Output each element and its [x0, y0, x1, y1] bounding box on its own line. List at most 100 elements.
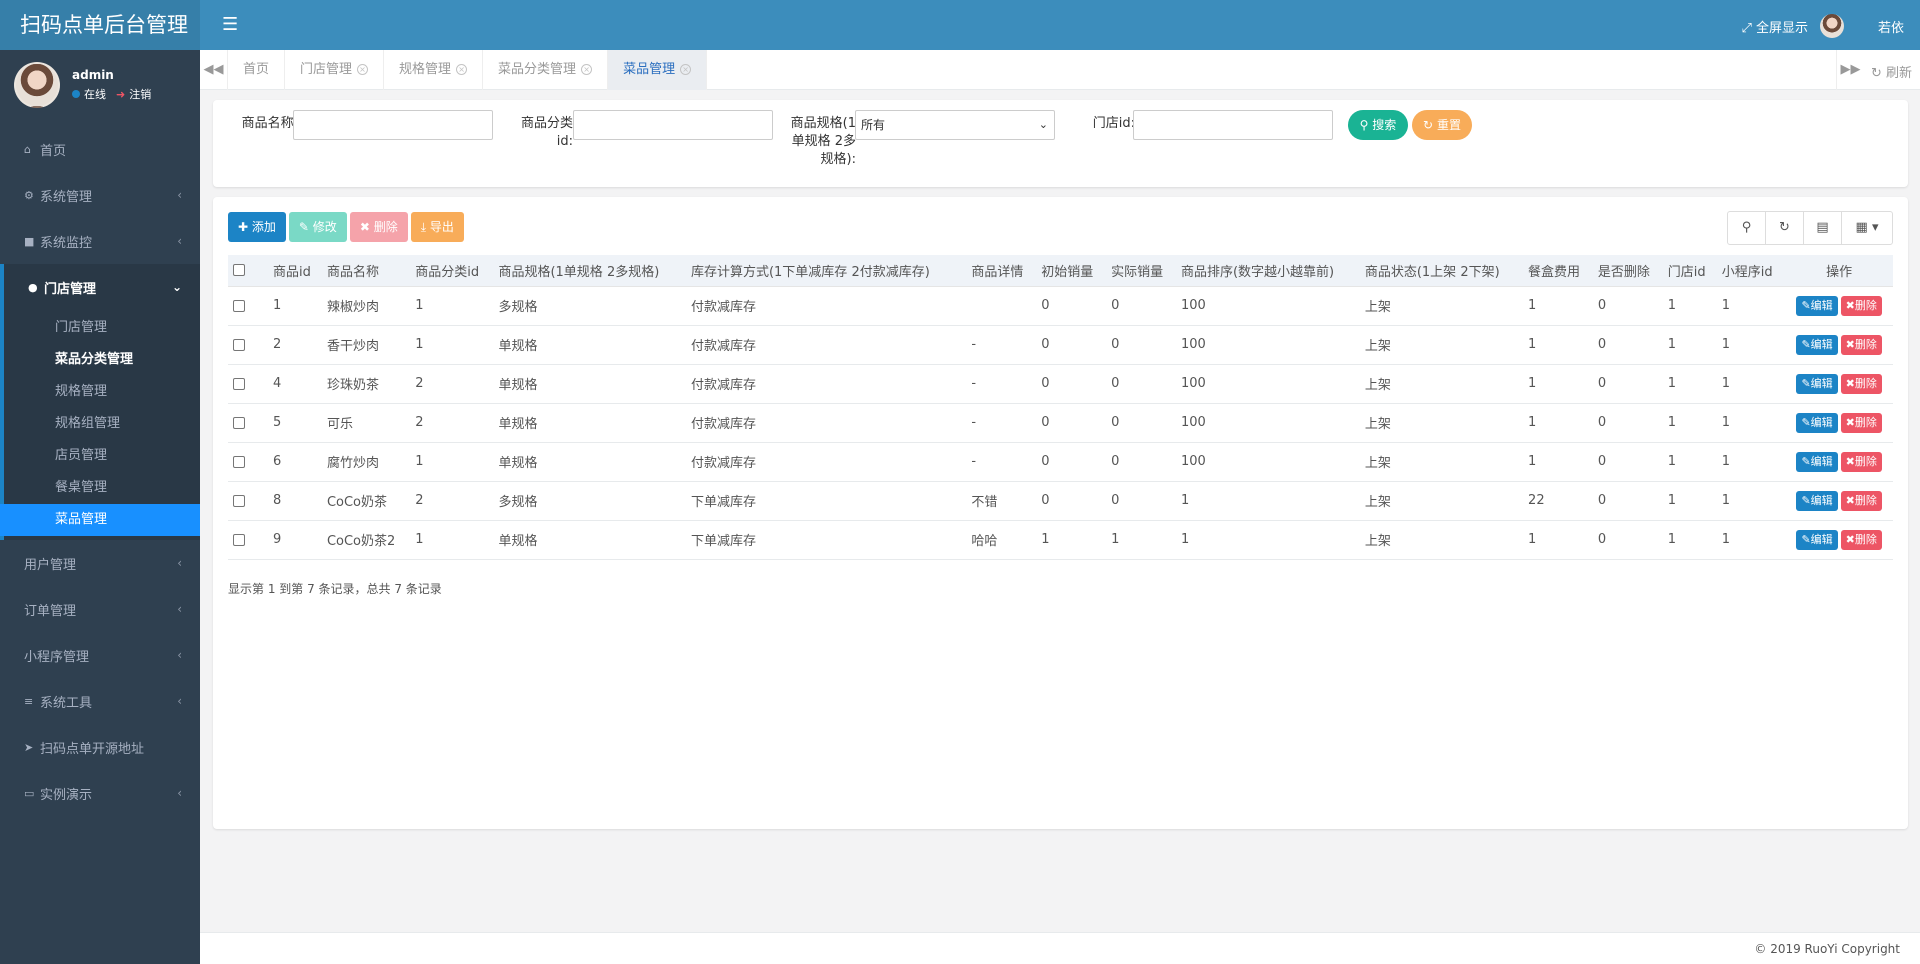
row-edit-button[interactable]: ✎编辑	[1796, 412, 1838, 433]
submenu-spec[interactable]: 规格管理	[4, 376, 200, 408]
table-row[interactable]: 1 辣椒炒肉 1 多规格 付款减库存 0 0 100 上架 1 0 1 1 ✎编辑 ✖删除	[228, 286, 1893, 326]
column-header[interactable]: 操作	[1785, 255, 1893, 287]
table-row[interactable]: 5 可乐 2 单规格 付款减库存 -0 0 100 上架 1 0 1 1 ✎编辑 ✖删除	[228, 403, 1893, 443]
row-checkbox[interactable]	[233, 494, 245, 507]
sidebar-item-users[interactable]: 用户管理 ‹	[0, 540, 200, 586]
submenu-store[interactable]: 门店管理	[4, 312, 200, 344]
submenu-dish-category[interactable]: 菜品分类管理	[4, 344, 200, 376]
sidebar-item-demo[interactable]: ▭ 实例演示 ‹	[0, 770, 200, 816]
row-checkbox[interactable]	[233, 299, 245, 312]
row-edit-button[interactable]: ✎编辑	[1796, 451, 1838, 472]
table-row[interactable]: 9 CoCo奶茶2 1 单规格 下单减库存 哈哈 1 1 1 上架 1 0 1 1 ✎编辑 ✖删除	[228, 520, 1893, 560]
table-row[interactable]: 4 珍珠奶茶 2 单规格 付款减库存 -0 0 100 上架 1 0 1 1 ✎编辑 ✖删除	[228, 364, 1893, 404]
logout-icon[interactable]: ➜	[116, 88, 125, 101]
row-edit-button[interactable]: ✎编辑	[1796, 295, 1838, 316]
column-header[interactable]: 商品规格(1单规格 2多规格)	[493, 255, 686, 287]
row-edit-button[interactable]: ✎编辑	[1796, 334, 1838, 355]
tab-home[interactable]: 首页	[228, 50, 286, 90]
column-header[interactable]: 小程序id	[1716, 255, 1786, 287]
name-input[interactable]	[293, 110, 493, 140]
close-icon[interactable]: ×	[581, 64, 593, 75]
column-header[interactable]: 商品详情	[966, 255, 1037, 287]
download-icon: ⤓	[420, 220, 427, 234]
row-delete-button[interactable]: ✖删除	[1840, 490, 1882, 511]
toggle-view-button[interactable]: ▤	[1803, 211, 1842, 245]
spec-select[interactable]: 所有 ⌄	[855, 110, 1055, 140]
row-delete-button[interactable]: ✖删除	[1840, 295, 1882, 316]
close-icon[interactable]: ×	[357, 64, 369, 75]
refresh-button[interactable]: ↻ 刷新	[1871, 62, 1912, 81]
submenu-staff[interactable]: 店员管理	[4, 440, 200, 472]
fullscreen-button[interactable]: ⤢ 全屏显示	[1741, 17, 1808, 36]
sidebar-item-miniapp[interactable]: 小程序管理 ‹	[0, 632, 200, 678]
category-id-input[interactable]	[573, 110, 773, 140]
sidebar-item-monitor[interactable]: ■ 系统监控 ‹	[0, 218, 200, 264]
row-checkbox[interactable]	[233, 455, 245, 468]
delete-button[interactable]: ✖ 删除	[349, 212, 408, 242]
row-delete-button[interactable]: ✖删除	[1840, 529, 1882, 550]
column-header[interactable]: 实际销量	[1106, 255, 1176, 287]
column-header[interactable]: 餐盒费用	[1523, 255, 1593, 287]
store-id-input[interactable]	[1133, 110, 1333, 140]
row-edit-button[interactable]: ✎编辑	[1796, 373, 1838, 394]
close-icon[interactable]: ×	[680, 64, 692, 75]
tab-spec[interactable]: 规格管理 ×	[384, 50, 484, 90]
chevron-down-icon: ⌄	[1038, 118, 1048, 131]
table-row[interactable]: 6 腐竹炒肉 1 单规格 付款减库存 -0 0 100 上架 1 0 1 1 ✎编辑 ✖删除	[228, 442, 1893, 482]
column-header[interactable]: 库存计算方式(1下单减库存 2付款减库存)	[685, 255, 967, 287]
tab-dish[interactable]: 菜品管理 ×	[608, 50, 708, 90]
online-dot-icon	[72, 90, 80, 98]
tab-dish-category[interactable]: 菜品分类管理 ×	[483, 50, 609, 90]
sidebar-item-tools[interactable]: ≡ 系统工具 ‹	[0, 678, 200, 724]
row-checkbox[interactable]	[233, 533, 245, 546]
tab-next-icon[interactable]: ▶▶	[1836, 50, 1864, 90]
row-delete-button[interactable]: ✖删除	[1840, 334, 1882, 355]
header-username[interactable]: 若依	[1878, 17, 1904, 36]
row-checkbox[interactable]	[233, 338, 245, 351]
logout-link[interactable]: 注销	[129, 86, 151, 102]
table-row[interactable]: 8 CoCo奶茶 2 多规格 下单减库存 不错 0 0 1 上架 22 0 1 1 ✎编辑 ✖删除	[228, 481, 1893, 521]
search-button[interactable]: ⚲ 搜索	[1348, 110, 1408, 140]
sidebar-item-orders[interactable]: 订单管理 ‹	[0, 586, 200, 632]
row-checkbox[interactable]	[233, 416, 245, 429]
column-header[interactable]: 商品分类id	[410, 255, 494, 287]
column-header[interactable]: 商品状态(1上架 2下架)	[1359, 255, 1524, 287]
row-actions: ✎编辑 ✖删除	[1785, 481, 1893, 521]
tab-store[interactable]: 门店管理 ×	[285, 50, 385, 90]
sidebar-item-store[interactable]: ● 门店管理 ⌄	[0, 264, 200, 310]
submenu-dish[interactable]: 菜品管理	[0, 504, 200, 536]
hamburger-icon[interactable]: ☰	[222, 14, 238, 35]
column-header[interactable]: 商品排序(数字越小越靠前)	[1175, 255, 1360, 287]
columns-button[interactable]: ▦ ▾	[1841, 211, 1893, 245]
edit-button[interactable]: ✎ 修改	[288, 212, 347, 242]
header-avatar[interactable]	[1820, 14, 1844, 38]
column-header[interactable]: 是否删除	[1592, 255, 1663, 287]
row-delete-button[interactable]: ✖删除	[1840, 373, 1882, 394]
remove-icon: ✖	[1845, 298, 1855, 312]
row-checkbox[interactable]	[233, 377, 245, 390]
app-logo-title[interactable]: 扫码点单后台管理	[0, 0, 200, 50]
column-header[interactable]: 商品名称	[321, 255, 411, 287]
table-row[interactable]: 2 香干炒肉 1 单规格 付款减库存 -0 0 100 上架 1 0 1 1 ✎编辑 ✖删除	[228, 325, 1893, 365]
select-all-checkbox[interactable]	[233, 264, 245, 277]
reset-button[interactable]: ↻ 重置	[1412, 110, 1472, 140]
column-header[interactable]: 初始销量	[1036, 255, 1107, 287]
sidebar-item-opensource[interactable]: ➤ 扫码点单开源地址	[0, 724, 200, 770]
refresh-table-button[interactable]: ↻	[1765, 211, 1804, 245]
close-icon[interactable]: ×	[456, 64, 468, 75]
row-edit-button[interactable]: ✎编辑	[1796, 490, 1838, 511]
sidebar-item-home[interactable]: ⌂ 首页	[0, 126, 200, 172]
user-avatar[interactable]	[14, 62, 60, 108]
sidebar-item-system[interactable]: ⚙ 系统管理 ‹	[0, 172, 200, 218]
row-delete-button[interactable]: ✖删除	[1840, 412, 1882, 433]
submenu-spec-group[interactable]: 规格组管理	[4, 408, 200, 440]
row-delete-button[interactable]: ✖删除	[1840, 451, 1882, 472]
search-toggle-button[interactable]: ⚲	[1727, 211, 1766, 245]
column-header[interactable]: 商品id	[268, 255, 322, 287]
tab-prev-icon[interactable]: ◀◀	[200, 50, 228, 90]
row-edit-button[interactable]: ✎编辑	[1796, 529, 1838, 550]
add-button[interactable]: ✚ 添加	[228, 212, 286, 242]
submenu-table[interactable]: 餐桌管理	[4, 472, 200, 504]
export-button[interactable]: ⤓ 导出	[410, 212, 464, 242]
column-header[interactable]: 门店id	[1662, 255, 1717, 287]
